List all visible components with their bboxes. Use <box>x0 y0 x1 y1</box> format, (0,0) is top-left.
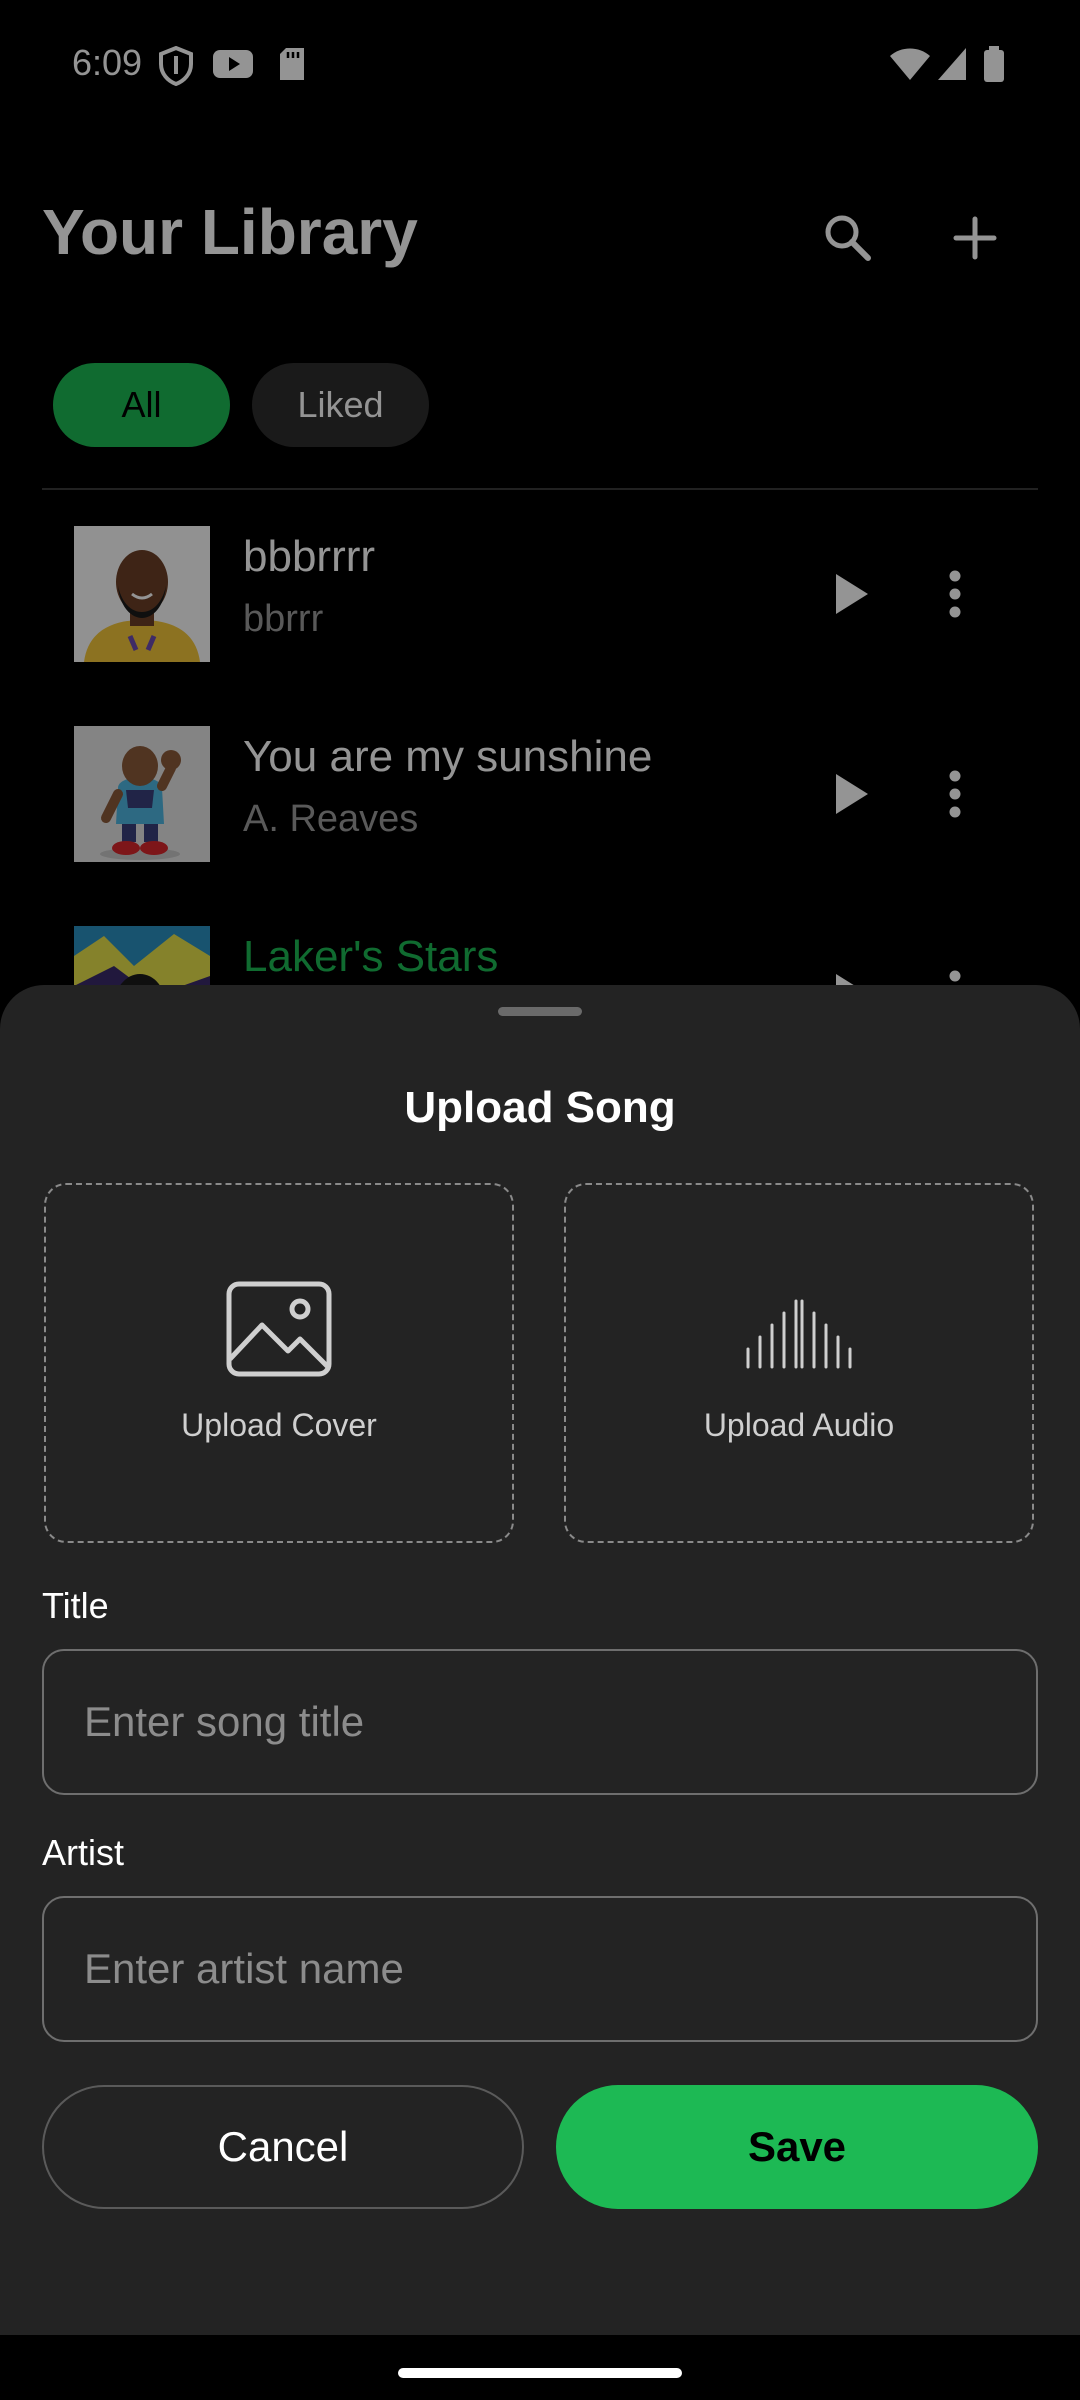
title-field-label: Title <box>42 1585 109 1626</box>
upload-song-sheet: Upload Song Upload Cover Upload Audio Ti… <box>0 985 1080 2335</box>
upload-cover-button[interactable]: Upload Cover <box>44 1183 514 1543</box>
sheet-title: Upload Song <box>404 1083 676 1132</box>
upload-cover-label: Upload Cover <box>181 1407 377 1443</box>
artist-field-label: Artist <box>42 1832 125 1873</box>
audio-wave-icon <box>566 1281 1032 1377</box>
sheet-drag-handle[interactable] <box>498 1007 582 1016</box>
home-indicator[interactable] <box>398 2368 682 2378</box>
save-button[interactable]: Save <box>556 2085 1038 2209</box>
upload-audio-label: Upload Audio <box>703 1407 895 1443</box>
title-input[interactable] <box>44 1651 1036 1793</box>
upload-audio-button[interactable]: Upload Audio <box>564 1183 1034 1543</box>
title-field[interactable] <box>42 1649 1038 1795</box>
artist-input[interactable] <box>44 1898 1036 2040</box>
artist-field[interactable] <box>42 1896 1038 2042</box>
image-icon <box>46 1281 512 1377</box>
cancel-button[interactable]: Cancel <box>42 2085 524 2209</box>
